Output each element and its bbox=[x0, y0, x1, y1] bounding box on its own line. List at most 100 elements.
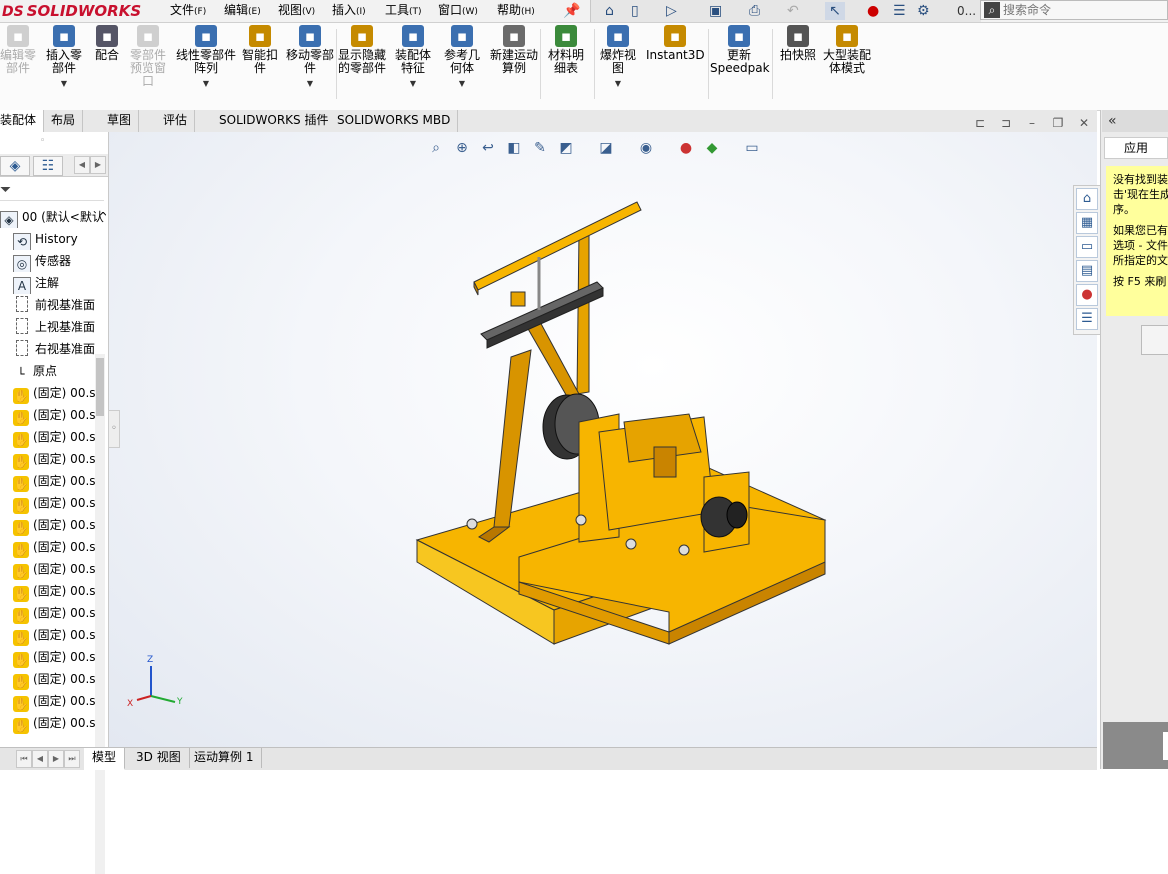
zoom-to-fit-icon[interactable]: ⌕ bbox=[425, 137, 447, 159]
tree-item-annotation[interactable]: A 注解 bbox=[0, 272, 100, 294]
filter-icon[interactable]: ⏷ bbox=[0, 180, 104, 201]
task-pane-button[interactable] bbox=[1141, 325, 1168, 355]
home-icon[interactable]: ⌂ bbox=[605, 2, 614, 20]
tab-evaluate[interactable]: 评估 bbox=[156, 110, 196, 132]
new-doc-icon[interactable]: ▯ bbox=[631, 2, 639, 20]
feature-tree-tab-icon[interactable]: ◈ bbox=[0, 156, 30, 176]
pin-icon[interactable]: 📌 bbox=[563, 2, 580, 20]
section-view-icon[interactable]: ◧ bbox=[503, 137, 525, 159]
tree-item-part[interactable]: ✋ (固定) 00.s bbox=[0, 580, 100, 602]
tab-sw-mbd[interactable]: SOLIDWORKS MBD bbox=[330, 110, 459, 132]
menu-tools[interactable]: 工具(T) bbox=[381, 0, 426, 22]
edit-appearance-icon[interactable]: ● bbox=[675, 137, 697, 159]
move-component-button[interactable]: ▪ 移动零部件 ▼ bbox=[286, 25, 334, 90]
view-settings-icon[interactable]: ▭ bbox=[741, 137, 763, 159]
tree-item-part[interactable]: ✋ (固定) 00.s bbox=[0, 602, 100, 624]
appearances-icon[interactable]: ● bbox=[1076, 284, 1098, 306]
dropdown-arrow-icon[interactable]: ▼ bbox=[390, 77, 436, 90]
tree-item-part[interactable]: ✋ (固定) 00.s bbox=[0, 426, 100, 448]
prev-tab-icon[interactable]: ◀ bbox=[32, 750, 48, 768]
home-icon[interactable]: ⌂ bbox=[1076, 188, 1098, 210]
search-input[interactable] bbox=[1003, 2, 1163, 18]
tab-assembly[interactable]: 装配体 bbox=[0, 110, 45, 132]
panel-collapse-handle[interactable]: ◦ bbox=[108, 410, 120, 448]
tab-sw-addins[interactable]: SOLIDWORKS 插件 bbox=[212, 110, 337, 132]
display-style-icon[interactable]: ◪ bbox=[595, 137, 617, 159]
tree-item-part[interactable]: ✋ (固定) 00.s bbox=[0, 470, 100, 492]
tree-item-history[interactable]: ⟲ History bbox=[0, 228, 100, 250]
assembly-feature-button[interactable]: ▪ 装配体特征 ▼ bbox=[390, 25, 436, 90]
tab-scroll-left-icon[interactable]: ◀ bbox=[74, 156, 90, 174]
traffic-light-icon[interactable]: ● bbox=[867, 2, 879, 20]
minimize-icon[interactable]: – bbox=[1021, 116, 1043, 130]
file-props-icon[interactable]: ☰ bbox=[893, 2, 906, 20]
next-tab-icon[interactable]: ▶ bbox=[48, 750, 64, 768]
exploded-view-button[interactable]: ▪ 爆炸视图 ▼ bbox=[596, 25, 640, 90]
reference-geometry-button[interactable]: ▪ 参考几何体 ▼ bbox=[440, 25, 484, 90]
property-manager-tab-icon[interactable]: ☷ bbox=[33, 156, 63, 176]
dropdown-arrow-icon[interactable]: ▼ bbox=[176, 77, 236, 90]
menu-help[interactable]: 帮助(H) bbox=[493, 0, 539, 22]
menu-view[interactable]: 视图(V) bbox=[274, 0, 319, 22]
collapse-chevron-icon[interactable]: « bbox=[1108, 113, 1117, 129]
tree-item-sensor[interactable]: ◎ 传感器 bbox=[0, 250, 100, 272]
tree-item-part[interactable]: ✋ (固定) 00.s bbox=[0, 558, 100, 580]
tree-item-part[interactable]: ✋ (固定) 00.s bbox=[0, 514, 100, 536]
menu-file[interactable]: 文件(F) bbox=[166, 0, 210, 22]
view-orientation-icon[interactable]: ◩ bbox=[555, 137, 577, 159]
insert-component-button[interactable]: ▪ 插入零部件 ▼ bbox=[42, 25, 86, 90]
dropdown-arrow-icon[interactable]: ▼ bbox=[42, 77, 86, 90]
menu-insert[interactable]: 插入(I) bbox=[328, 0, 370, 22]
dropdown-arrow-icon[interactable]: ▼ bbox=[440, 77, 484, 90]
show-hidden-button[interactable]: ▪ 显示隐藏的零部件 bbox=[338, 25, 386, 75]
maximize-icon[interactable]: ❐ bbox=[1047, 116, 1069, 130]
restore-left-icon[interactable]: ⊏ bbox=[969, 116, 991, 130]
motion-study-button[interactable]: ▪ 新建运动算例 bbox=[490, 25, 538, 75]
last-tab-icon[interactable]: ⏭ bbox=[64, 750, 80, 768]
tree-item-part[interactable]: ✋ (固定) 00.s bbox=[0, 404, 100, 426]
large-assembly-button[interactable]: ▪ 大型装配体模式 bbox=[822, 25, 872, 75]
restore-right-icon[interactable]: ⊐ bbox=[995, 116, 1017, 130]
tab-sketch[interactable]: 草图 bbox=[100, 110, 140, 132]
tree-item-plane[interactable]: 右视基准面 bbox=[0, 338, 100, 360]
zoom-to-area-icon[interactable]: ⊕ bbox=[451, 137, 473, 159]
tree-item-part[interactable]: ✋ (固定) 00.s bbox=[0, 668, 100, 690]
save-icon[interactable]: ▣ bbox=[709, 2, 722, 20]
menu-window[interactable]: 窗口(W) bbox=[434, 0, 482, 22]
tree-item-origin[interactable]: └ 原点 bbox=[0, 360, 100, 382]
graphics-area[interactable]: Z Y X bbox=[109, 132, 1097, 747]
collapse-icon[interactable]: ^ bbox=[98, 206, 106, 228]
parts-library-icon[interactable]: ▦ bbox=[1076, 212, 1098, 234]
tab-model[interactable]: 模型 bbox=[84, 748, 126, 770]
dropdown-arrow-icon[interactable]: ▼ bbox=[596, 77, 640, 90]
undo-icon[interactable]: ↶ bbox=[787, 2, 799, 20]
bom-button[interactable]: ▪ 材料明细表 bbox=[543, 25, 589, 75]
view-palette-icon[interactable]: ▤ bbox=[1076, 260, 1098, 282]
linear-pattern-button[interactable]: ▪ 线性零部件阵列 ▼ bbox=[176, 25, 236, 90]
panel-grip-icon[interactable]: ◦ bbox=[40, 136, 50, 146]
tree-item-part[interactable]: ✋ (固定) 00.s bbox=[0, 712, 100, 734]
tab-motion-study[interactable]: 运动算例 1 bbox=[186, 748, 263, 768]
custom-props-icon[interactable]: ☰ bbox=[1076, 308, 1098, 330]
tree-item-part[interactable]: ✋ (固定) 00.s bbox=[0, 448, 100, 470]
print-icon[interactable]: ⎙ bbox=[749, 2, 760, 20]
menu-edit[interactable]: 编辑(E) bbox=[220, 0, 265, 22]
instant3d-button[interactable]: ▪ Instant3D bbox=[646, 25, 705, 62]
first-tab-icon[interactable]: ⏮ bbox=[16, 750, 32, 768]
file-explorer-icon[interactable]: ▭ bbox=[1076, 236, 1098, 258]
tree-root[interactable]: ◈ 00 (默认<默认 ^ bbox=[0, 206, 106, 228]
dynamic-annotation-icon[interactable]: ✎ bbox=[529, 137, 551, 159]
apply-scene-icon[interactable]: ◆ bbox=[701, 137, 723, 159]
tree-item-part[interactable]: ✋ (固定) 00.s bbox=[0, 382, 100, 404]
smart-fastener-button[interactable]: ▪ 智能扣件 bbox=[238, 25, 282, 75]
options-gear-icon[interactable]: ⚙ bbox=[917, 2, 930, 20]
close-icon[interactable]: ✕ bbox=[1073, 116, 1095, 130]
open-icon[interactable]: ▷ bbox=[666, 2, 677, 20]
snapshot-button[interactable]: ▪ 拍快照 bbox=[776, 25, 820, 62]
hide-show-items-icon[interactable]: ◉ bbox=[635, 137, 657, 159]
tree-item-part[interactable]: ✋ (固定) 00.s bbox=[0, 492, 100, 514]
apply-button[interactable]: 应用 bbox=[1104, 137, 1168, 159]
tree-item-part[interactable]: ✋ (固定) 00.s bbox=[0, 536, 100, 558]
tree-item-part[interactable]: ✋ (固定) 00.s bbox=[0, 624, 100, 646]
solidworks-logo[interactable]: DS SOLIDWORKS bbox=[2, 1, 142, 21]
